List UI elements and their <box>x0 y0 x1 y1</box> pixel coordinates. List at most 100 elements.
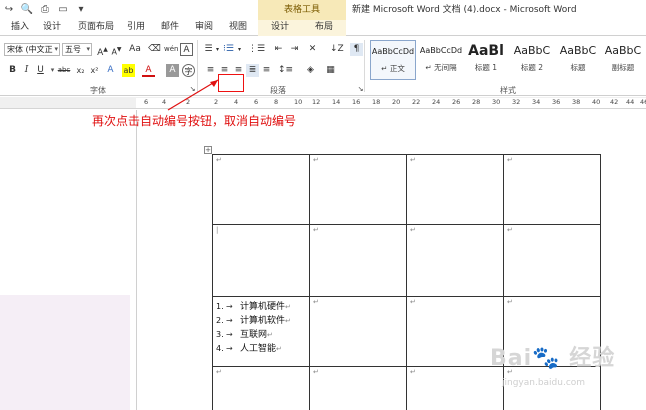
list-item[interactable]: 3. → 互联网↵ <box>216 328 306 342</box>
superscript-button[interactable]: x² <box>88 64 101 77</box>
table-cell[interactable]: 1. → 计算机硬件↵ 2. → 计算机软件↵ 3. → 互联网↵ 4. → 人工智能↵ <box>212 296 310 367</box>
list-item[interactable]: 2. → 计算机软件↵ <box>216 314 306 328</box>
tab-review[interactable]: 审阅 <box>192 20 216 36</box>
ruler-number: 14 <box>332 98 341 106</box>
tab-page-layout[interactable]: 页面布局 <box>76 20 116 36</box>
tab-arrow-icon: → <box>226 302 233 311</box>
chevron-down-icon: ▾ <box>86 45 90 53</box>
open-folder-icon[interactable]: ▭ <box>56 3 70 16</box>
font-size-combo[interactable]: 五号 ▾ <box>62 43 92 56</box>
group-separator <box>364 40 365 92</box>
table-cell[interactable]: ↵ <box>309 366 407 410</box>
style-title[interactable]: AaBbC 标题 <box>556 40 600 80</box>
tab-mailings[interactable]: 邮件 <box>158 20 182 36</box>
table-move-handle[interactable]: + <box>204 146 212 154</box>
ruler-number: 26 <box>452 98 461 106</box>
sort-icon[interactable]: ↓Z <box>330 43 344 56</box>
ruler-number: 32 <box>512 98 521 106</box>
tab-insert[interactable]: 插入 <box>8 20 32 36</box>
chinese-layout-icon[interactable]: ✕ <box>306 43 319 56</box>
ruler-number: 28 <box>472 98 481 106</box>
font-color-button[interactable]: A <box>142 64 155 77</box>
distributed-icon[interactable]: ≡ <box>260 64 273 77</box>
table-cell[interactable]: ↵ <box>309 296 407 367</box>
justify-icon[interactable]: ≣ <box>246 64 259 77</box>
decrease-indent-icon[interactable]: ⇤ <box>272 43 285 56</box>
redo-icon[interactable]: ↪ <box>2 3 16 16</box>
align-right-icon[interactable]: ≡ <box>232 64 245 77</box>
style-heading-1[interactable]: AaBl 标题 1 <box>464 40 508 80</box>
table-cell[interactable]: ↵ <box>212 154 310 225</box>
phonetic-guide-button[interactable]: wén <box>164 43 178 56</box>
paragraph-dialog-launcher-icon[interactable]: ↘ <box>354 83 367 96</box>
styles-group-label: 样式 <box>500 86 516 95</box>
list-item[interactable]: 1. → 计算机硬件↵ <box>216 300 306 314</box>
ruler-number: 16 <box>352 98 361 106</box>
style-heading-2[interactable]: AaBbC 标题 2 <box>510 40 554 80</box>
table-cell[interactable]: | <box>212 224 310 297</box>
clear-format-icon[interactable]: ⌫ <box>148 43 161 56</box>
borders-icon[interactable]: ▦ <box>324 64 337 77</box>
ruler-number: 4 <box>234 98 239 106</box>
tab-design[interactable]: 设计 <box>40 20 64 36</box>
ruler-number: 30 <box>492 98 501 106</box>
table-cell[interactable]: ↵ <box>503 366 601 410</box>
italic-button[interactable]: I <box>20 64 33 77</box>
numbered-list: 1. → 计算机硬件↵ 2. → 计算机软件↵ 3. → 互联网↵ 4. → 人工智能↵ <box>216 298 306 356</box>
highlight-color-button[interactable]: ab <box>122 64 135 77</box>
ruler-number: 34 <box>532 98 541 106</box>
ruler-number: 18 <box>372 98 381 106</box>
multilevel-list-icon[interactable]: ⋮☰ <box>248 43 265 56</box>
line-spacing-icon[interactable]: ↕≡ <box>278 64 293 77</box>
table-cell[interactable]: ↵ <box>212 366 310 410</box>
table-tools-context-label: 表格工具 <box>258 0 346 20</box>
print-preview-icon[interactable]: 🔍 <box>20 3 34 16</box>
char-border-button[interactable]: A <box>180 43 193 56</box>
ruler-number: 22 <box>412 98 421 106</box>
left-shade <box>0 295 130 410</box>
table-cell[interactable]: ↵ <box>406 366 504 410</box>
horizontal-ruler[interactable]: 6 4 2 2 4 6 8 10 12 14 16 18 20 22 24 26 28 30 32 34 36 38 40 4… <box>0 97 646 109</box>
shrink-font-button[interactable]: A▼ <box>110 43 123 57</box>
tab-arrow-icon: → <box>226 330 233 339</box>
tab-view[interactable]: 视图 <box>226 20 250 36</box>
subscript-button[interactable]: x₂ <box>74 64 87 77</box>
table-cell[interactable]: ↵ <box>406 296 504 367</box>
text-effects-button[interactable]: A <box>104 64 117 77</box>
ruler-number: 20 <box>392 98 401 106</box>
table-cell[interactable]: ↵ <box>503 154 601 225</box>
title-bar: ↪ 🔍 ⎙ ▭ ▾ 表格工具 新建 Microsoft Word 文档 (4).… <box>0 0 646 20</box>
text-cursor: | <box>216 226 219 234</box>
font-name-combo[interactable]: 宋体 (中文正 ▾ <box>4 43 60 56</box>
font-group-label: 字体 <box>90 86 106 95</box>
tab-references[interactable]: 引用 <box>124 20 148 36</box>
table-cell[interactable]: ↵ <box>406 224 504 297</box>
show-marks-icon[interactable]: ¶ <box>350 43 363 56</box>
left-workspace <box>0 110 136 410</box>
style-normal[interactable]: AaBbCcDd ↵ 正文 <box>370 40 416 80</box>
customize-qat-icon[interactable]: ▾ <box>74 3 88 16</box>
table-cell[interactable]: ↵ <box>309 154 407 225</box>
ruler-number: 6 <box>144 98 149 106</box>
table-cell[interactable]: ↵ <box>406 154 504 225</box>
table-cell[interactable]: ↵ <box>503 224 601 297</box>
chevron-down-icon: ▾ <box>54 45 58 53</box>
numbering-dropdown-icon[interactable]: ▾ <box>233 43 246 56</box>
table-cell[interactable]: ↵ <box>309 224 407 297</box>
strikethrough-button[interactable]: abc <box>56 64 72 77</box>
list-item[interactable]: 4. → 人工智能↵ <box>216 342 306 356</box>
baidu-watermark: Bai🐾 经验 <box>490 346 616 371</box>
change-case-button[interactable]: Aa <box>126 43 144 56</box>
print-icon[interactable]: ⎙ <box>38 3 52 16</box>
ruler-number: 12 <box>312 98 321 106</box>
shading-icon[interactable]: ◈ <box>304 64 317 77</box>
style-subtitle[interactable]: AaBbC 副标题 <box>600 40 646 80</box>
grow-font-button[interactable]: A▲ <box>96 43 109 58</box>
tab-table-design[interactable]: 设计 <box>258 20 302 36</box>
increase-indent-icon[interactable]: ⇥ <box>288 43 301 56</box>
ribbon: 宋体 (中文正 ▾ 五号 ▾ A▲ A▼ Aa ⌫ wén A B I U ▾ ab… <box>0 36 646 96</box>
bold-button[interactable]: B <box>6 64 19 77</box>
style-no-spacing[interactable]: AaBbCcDd ↵ 无间隔 <box>418 40 464 80</box>
tab-table-layout[interactable]: 布局 <box>302 20 346 36</box>
ruler-number: 46 <box>640 98 646 106</box>
